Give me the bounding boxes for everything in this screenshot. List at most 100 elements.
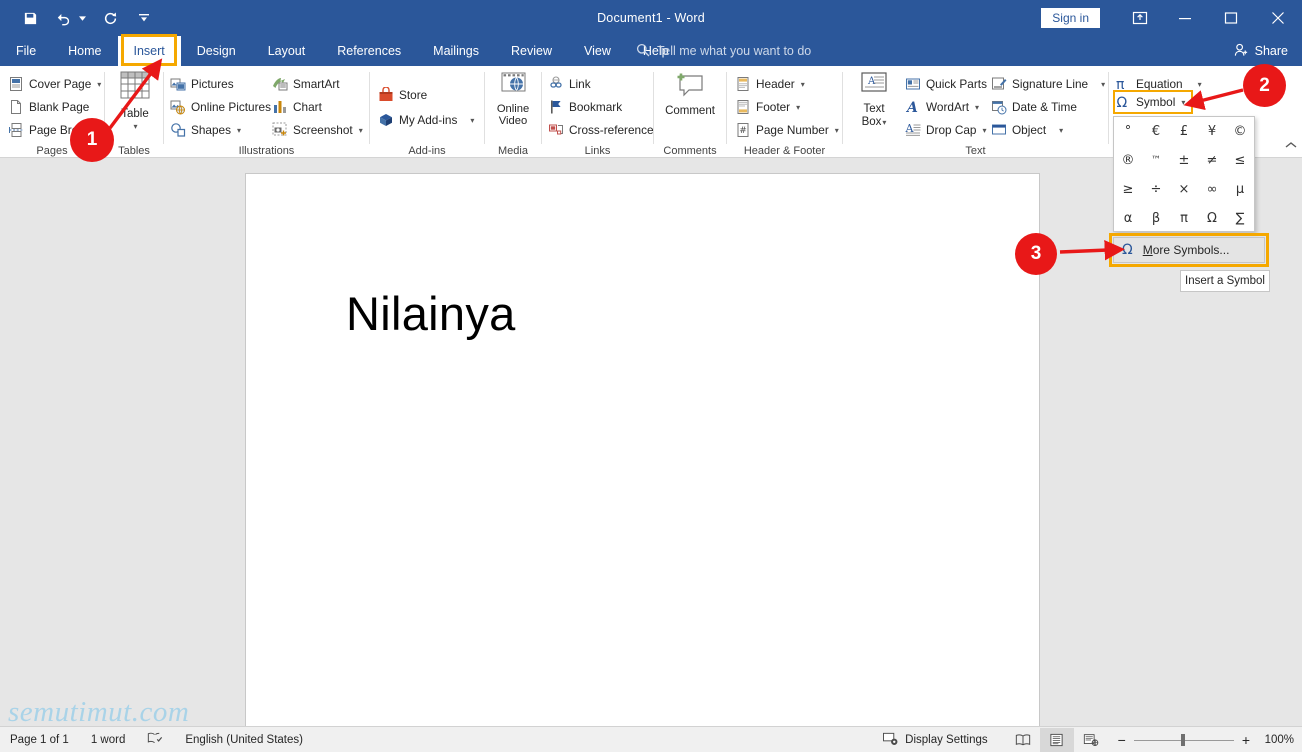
ribbon-group-illustrations: Pictures Online Pictures Shapes ▾ SmartA… [164,66,369,158]
date-time-button[interactable]: Date & Time [991,97,1077,117]
comment-button[interactable]: Comment [658,71,722,118]
more-symbols-menu-item[interactable]: Ω More Symbols... [1113,237,1265,263]
symbol-cell[interactable]: ≥ [1114,175,1142,204]
chevron-down-icon[interactable]: ▾ [1101,80,1105,89]
symbol-cell[interactable]: Ω [1198,204,1226,233]
online-video-button[interactable]: Online Video [491,71,535,127]
equation-button[interactable]: π Equation ▾ [1115,74,1202,94]
symbol-cell[interactable]: µ [1226,175,1254,204]
symbol-cell[interactable]: α [1114,204,1142,233]
link-button[interactable]: Link [548,74,591,94]
page-number-button[interactable]: # Page Number ▾ [735,120,839,140]
chevron-down-icon[interactable]: ▾ [1181,98,1185,107]
my-addins-button[interactable]: My Add-ins ▾ [378,110,474,130]
shapes-label: Shapes [191,123,232,137]
screenshot-button[interactable]: Screenshot ▾ [272,120,363,140]
symbol-button[interactable]: Ω Symbol ▾ [1115,92,1186,112]
tab-home[interactable]: Home [52,36,117,66]
chevron-down-icon[interactable]: ▾ [133,120,137,133]
bookmark-button[interactable]: Bookmark [548,97,622,117]
maximize-icon[interactable] [1208,0,1254,36]
web-layout-icon[interactable] [1074,728,1108,752]
symbol-cell[interactable]: ∑ [1226,204,1254,233]
drop-cap-button[interactable]: A Drop Cap ▾ [905,120,987,140]
chevron-down-icon[interactable]: ▾ [975,103,979,112]
smartart-button[interactable]: SmartArt [272,74,340,94]
cover-page-button[interactable]: Cover Page ▾ [8,74,101,94]
zoom-in-button[interactable]: + [1242,732,1250,748]
text-box-button[interactable]: A Text Box TextBox▾ [851,71,897,129]
chevron-down-icon[interactable]: ▾ [359,126,363,135]
symbol-cell[interactable]: £ [1170,117,1198,146]
proofing-icon[interactable] [147,731,163,748]
word-count[interactable]: 1 word [91,734,126,746]
online-pictures-button[interactable]: Online Pictures [170,97,271,117]
tell-me-box[interactable]: Tell me what you want to do [636,36,811,66]
signature-line-button[interactable]: Signature Line ▾ [991,74,1105,94]
symbol-cell[interactable]: ≤ [1226,146,1254,175]
tab-insert[interactable]: Insert [117,36,181,66]
tab-references[interactable]: References [321,36,417,66]
wordart-button[interactable]: A WordArt ▾ [905,97,979,117]
chevron-down-icon[interactable]: ▾ [835,126,839,135]
symbol-cell[interactable]: π [1170,204,1198,233]
collapse-ribbon-icon[interactable] [1284,139,1298,153]
sign-in-button[interactable]: Sign in [1041,8,1100,28]
chevron-down-icon[interactable]: ▾ [1059,126,1063,135]
chevron-down-icon[interactable]: ▾ [983,126,987,135]
tab-design[interactable]: Design [181,36,252,66]
symbol-cell[interactable]: × [1170,175,1198,204]
share-button[interactable]: Share [1234,36,1288,66]
minimize-icon[interactable] [1162,0,1208,36]
chevron-down-icon[interactable]: ▾ [882,118,886,127]
zoom-thumb[interactable] [1180,734,1185,746]
symbol-cell[interactable]: © [1226,117,1254,146]
symbol-cell[interactable]: ™ [1142,146,1170,175]
symbol-cell[interactable]: ¥ [1198,117,1226,146]
zoom-track[interactable] [1133,733,1234,747]
close-icon[interactable] [1254,0,1302,36]
print-layout-icon[interactable] [1039,728,1074,752]
tab-layout[interactable]: Layout [252,36,322,66]
tab-mailings[interactable]: Mailings [417,36,495,66]
header-button[interactable]: Header ▾ [735,74,805,94]
cross-reference-button[interactable]: Cross-reference [548,120,654,140]
chart-button[interactable]: Chart [272,97,322,117]
ribbon-display-options-icon[interactable] [1118,0,1162,36]
document-body-text[interactable]: Nilainya [346,286,516,341]
store-button[interactable]: Store [378,85,427,105]
document-area: Nilainya [0,158,1302,726]
chevron-down-icon[interactable]: ▾ [801,80,805,89]
read-mode-icon[interactable] [1006,728,1040,752]
language-indicator[interactable]: English (United States) [185,734,303,746]
chevron-down-icon[interactable]: ▾ [97,80,101,89]
blank-page-button[interactable]: Blank Page [8,97,89,117]
symbol-cell[interactable]: ∞ [1198,175,1226,204]
shapes-button[interactable]: Shapes ▾ [170,120,241,140]
document-page[interactable]: Nilainya [245,173,1040,726]
tab-view[interactable]: View [568,36,627,66]
symbol-cell[interactable]: ± [1170,146,1198,175]
object-button[interactable]: Object ▾ [991,120,1063,140]
zoom-level[interactable]: 100% [1258,734,1294,746]
symbol-cell[interactable]: ≠ [1198,146,1226,175]
table-button[interactable]: Table ▾ [114,71,156,133]
zoom-slider[interactable]: − + 100% [1118,732,1294,748]
display-settings-button[interactable]: Display Settings [882,731,988,749]
page-indicator[interactable]: Page 1 of 1 [10,734,69,746]
chevron-down-icon[interactable]: ▾ [796,103,800,112]
chevron-down-icon[interactable]: ▾ [1198,80,1202,89]
symbol-cell[interactable]: € [1142,117,1170,146]
chevron-down-icon[interactable]: ▾ [237,126,241,135]
tab-file[interactable]: File [0,36,52,66]
symbol-cell[interactable]: ® [1114,146,1142,175]
quick-parts-button[interactable]: Quick Parts ▾ [905,74,997,94]
footer-button[interactable]: Footer ▾ [735,97,800,117]
chevron-down-icon[interactable]: ▾ [470,116,474,125]
pictures-button[interactable]: Pictures [170,74,234,94]
zoom-out-button[interactable]: − [1118,732,1126,748]
symbol-cell[interactable]: ° [1114,117,1142,146]
tab-review[interactable]: Review [495,36,568,66]
symbol-cell[interactable]: β [1142,204,1170,233]
symbol-cell[interactable]: ÷ [1142,175,1170,204]
